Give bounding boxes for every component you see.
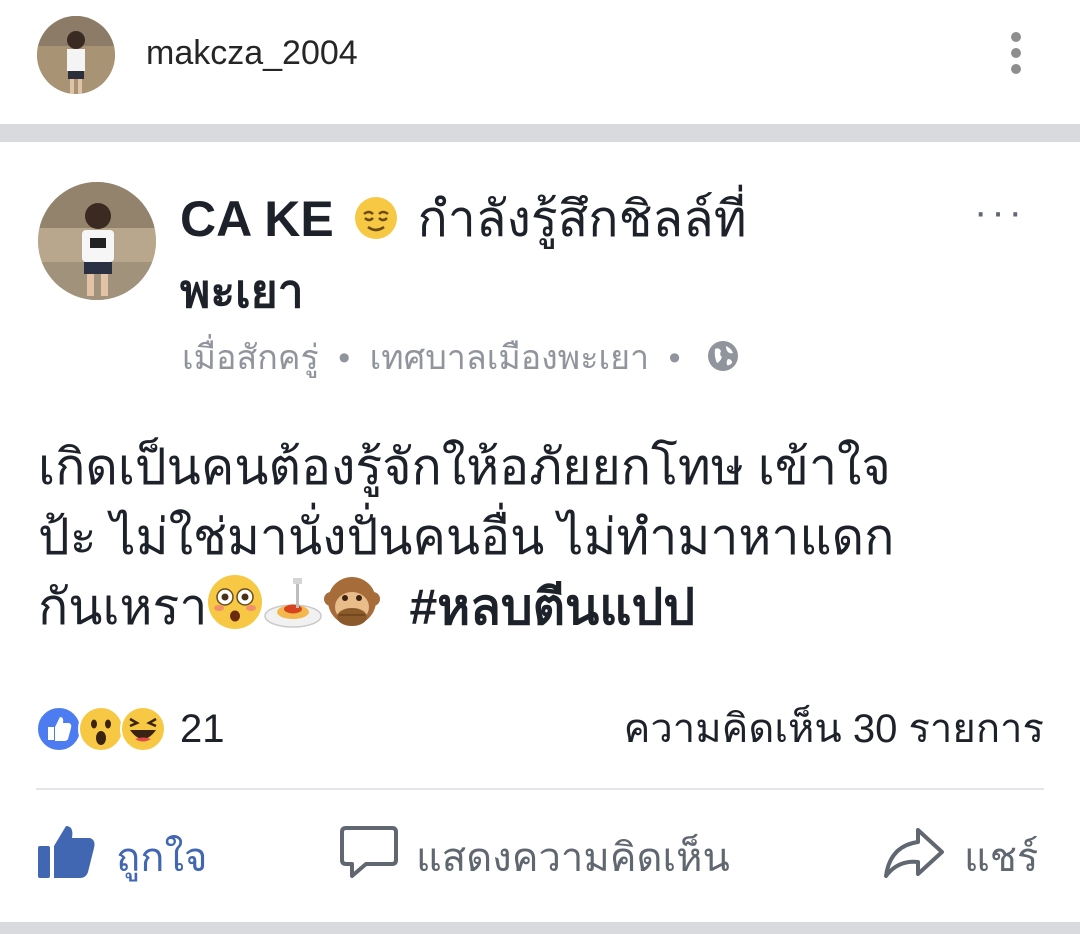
user-avatar[interactable] — [37, 16, 115, 94]
thumbs-up-icon — [36, 824, 116, 890]
facebook-post-card: CA KE กำลังรู้สึกชิลล์ที่ พะเยา เมื่อสัก… — [0, 142, 1080, 922]
divider — [0, 922, 1080, 934]
post-text-line-last: กันเหรา #หลบตีนแปป — [38, 572, 1048, 649]
post-time[interactable]: เมื่อสักครู่ — [182, 339, 319, 377]
instagram-post-header: makcza_2004 — [0, 0, 1080, 124]
comments-count[interactable]: ความคิดเห็น 30 รายการ — [624, 704, 1044, 754]
post-header: CA KE กำลังรู้สึกชิลล์ที่ — [180, 190, 747, 252]
post-text-line: กันเหรา — [38, 579, 208, 635]
reaction-count: 21 — [180, 706, 225, 751]
post-text-line: ป้ะ ไม่ใช่มานั่งปั่นคนอื่น ไม่ทำมาหาแดก — [38, 509, 895, 565]
share-arrow-icon — [882, 824, 964, 890]
like-reaction-icon — [36, 706, 82, 752]
post-text-line: เกิดเป็นคนต้องรู้จักให้อภัยยกโทษ เข้าใจ — [38, 439, 891, 495]
like-button[interactable]: ถูกใจ — [36, 822, 207, 892]
author-avatar[interactable] — [38, 182, 156, 300]
reactions-summary[interactable]: 21 — [36, 704, 225, 754]
post-meta: เมื่อสักครู่ • เทศบาลเมืองพะเยา • — [182, 338, 740, 382]
see-no-evil-monkey-emoji — [323, 573, 381, 649]
username[interactable]: makcza_2004 — [146, 34, 358, 73]
comment-button[interactable]: แสดงความคิดเห็น — [340, 822, 730, 892]
place-name[interactable]: พะเยา — [180, 262, 304, 320]
author-name[interactable]: CA KE — [180, 191, 334, 247]
globe-icon — [706, 339, 740, 382]
share-button[interactable]: แชร์ — [882, 822, 1038, 892]
post-location[interactable]: เทศบาลเมืองพะเยา — [370, 339, 650, 377]
meta-separator: • — [338, 339, 351, 377]
relieved-face-emoji — [354, 194, 398, 252]
hashtag-link[interactable]: #หลบตีนแปป — [409, 579, 695, 635]
post-actions: ถูกใจ แสดงความคิดเห็น แชร์ — [0, 822, 1080, 892]
wow-reaction-icon — [78, 706, 124, 752]
post-text: เกิดเป็นคนต้องรู้จักให้อภัยยกโทษ เข้าใจ … — [38, 432, 1048, 649]
share-label: แชร์ — [964, 836, 1039, 880]
divider — [36, 788, 1044, 790]
haha-reaction-icon — [120, 706, 166, 752]
feeling-text: กำลังรู้สึกชิลล์ที่ — [417, 191, 747, 247]
comment-label: แสดงความคิดเห็น — [416, 836, 730, 880]
comment-bubble-icon — [340, 824, 416, 890]
flushed-face-emoji — [207, 574, 263, 648]
vertical-dots-icon[interactable] — [1004, 32, 1028, 78]
horizontal-dots-icon[interactable]: ··· — [974, 192, 1026, 232]
divider — [0, 124, 1080, 142]
spaghetti-emoji — [263, 574, 323, 648]
like-label: ถูกใจ — [116, 836, 208, 880]
meta-separator: • — [668, 339, 681, 377]
